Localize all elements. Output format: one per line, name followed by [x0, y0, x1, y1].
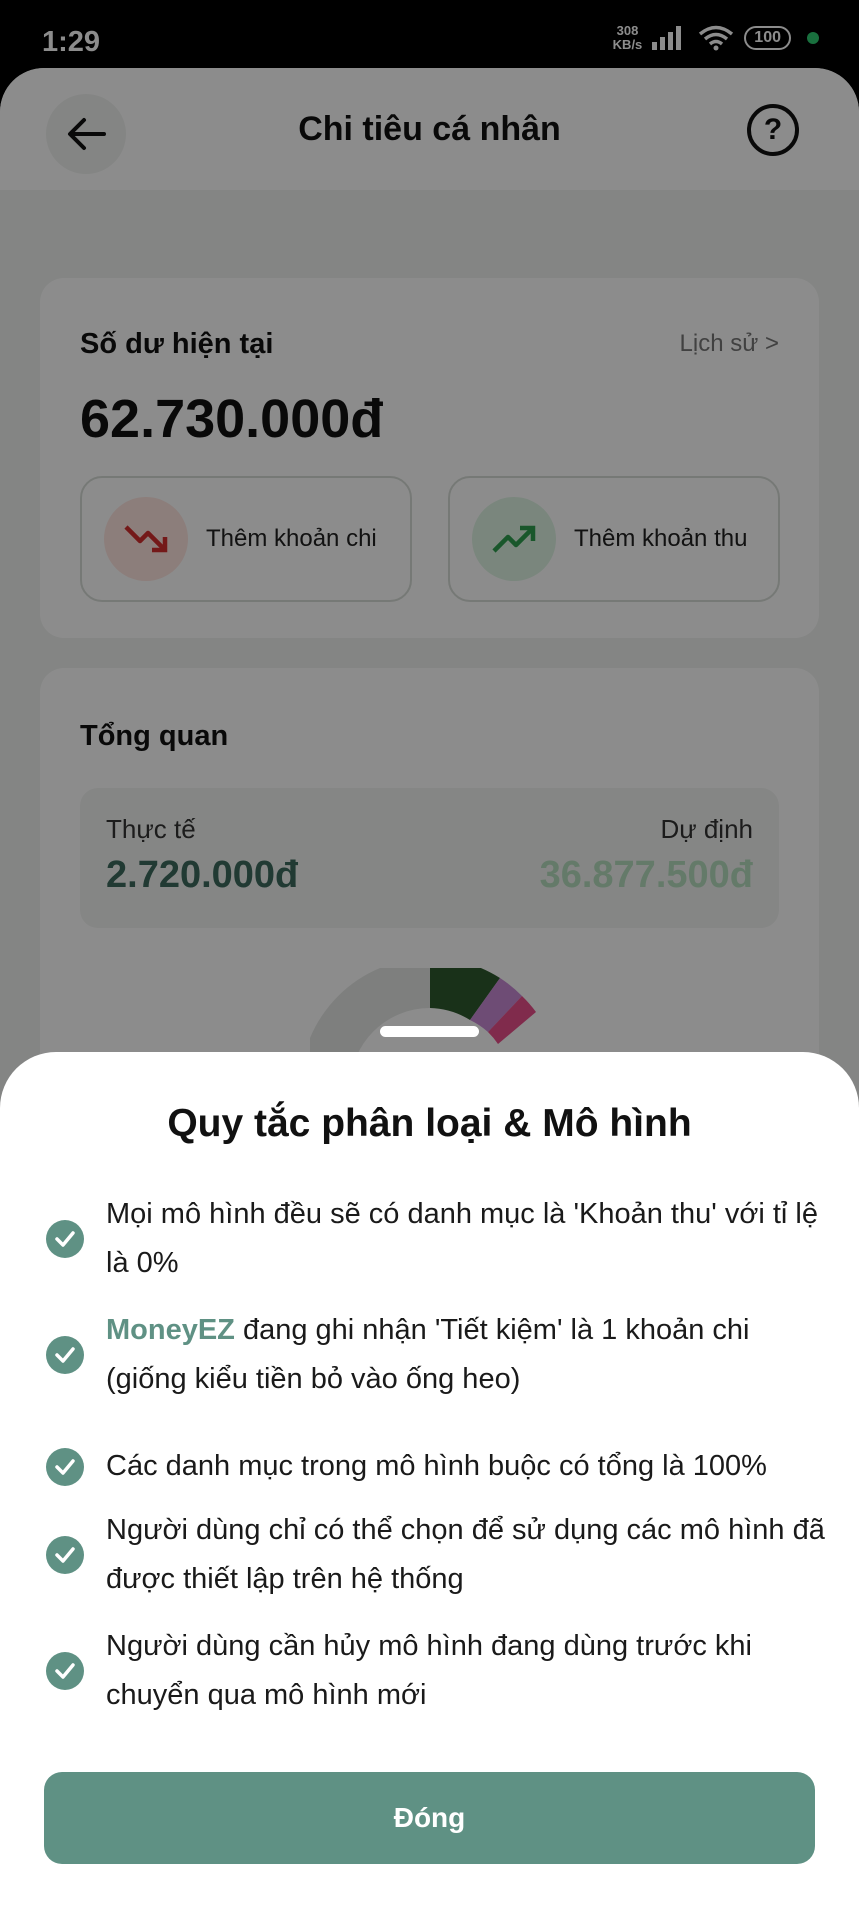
rule-item: Các danh mục trong mô hình buộc có tổng …	[46, 1442, 836, 1491]
rule-text: Người dùng cần hủy mô hình đang dùng trư…	[106, 1630, 752, 1711]
rule-item: Người dùng cần hủy mô hình đang dùng trư…	[46, 1622, 836, 1720]
check-circle-icon	[46, 1447, 84, 1486]
sheet-drag-handle[interactable]	[380, 1026, 479, 1037]
check-circle-icon	[46, 1336, 84, 1374]
rule-item: Mọi mô hình đều sẽ có danh mục là 'Khoản…	[46, 1190, 836, 1288]
rule-text: Các danh mục trong mô hình buộc có tổng …	[106, 1450, 767, 1482]
check-circle-icon	[46, 1536, 84, 1574]
rule-item: MoneyEZ đang ghi nhận 'Tiết kiệm' là 1 k…	[46, 1306, 836, 1404]
close-button[interactable]: Đóng	[44, 1772, 815, 1864]
brand-name: MoneyEZ	[106, 1314, 235, 1346]
rule-text: Người dùng chỉ có thể chọn để sử dụng cá…	[106, 1514, 825, 1595]
sheet-title: Quy tắc phân loại & Mô hình	[167, 1102, 692, 1145]
rule-text: Mọi mô hình đều sẽ có danh mục là 'Khoản…	[106, 1198, 818, 1279]
rules-bottom-sheet: Quy tắc phân loại & Mô hình Mọi mô hình …	[0, 1052, 859, 1908]
check-circle-icon	[46, 1652, 84, 1690]
rule-item: Người dùng chỉ có thể chọn để sử dụng cá…	[46, 1506, 836, 1604]
check-circle-icon	[46, 1220, 84, 1258]
rule-text: MoneyEZ đang ghi nhận 'Tiết kiệm' là 1 k…	[106, 1306, 836, 1404]
